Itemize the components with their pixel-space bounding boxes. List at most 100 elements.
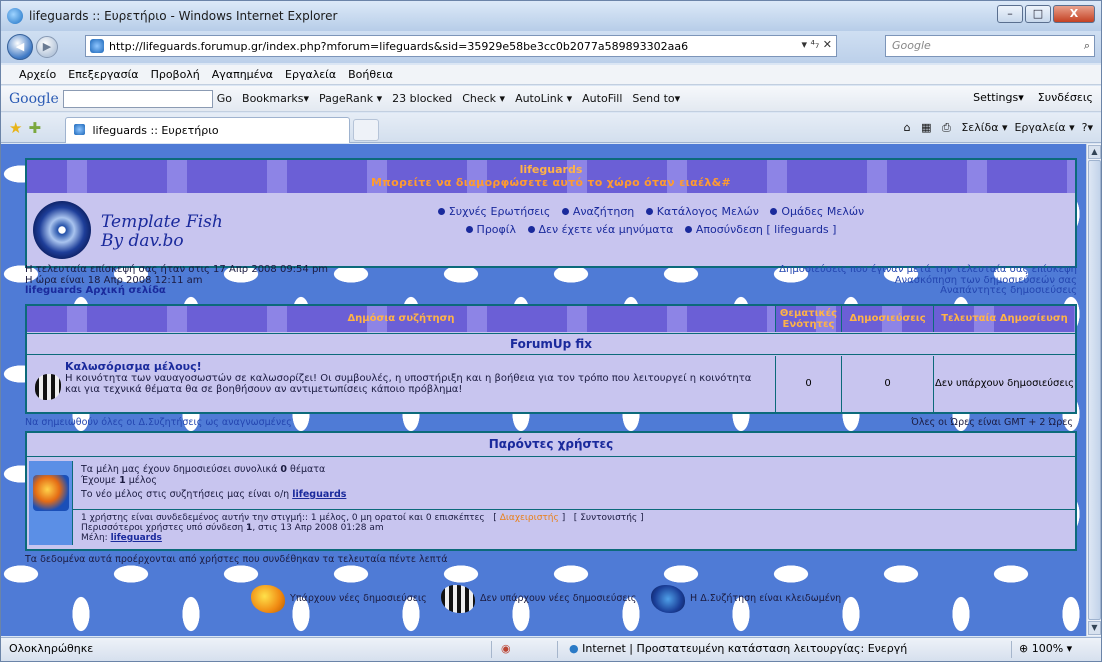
bullet-icon	[465, 226, 473, 233]
menu-edit[interactable]: Επεξεργασία	[68, 68, 138, 81]
zoom-caret-icon: ▾	[1066, 642, 1073, 655]
status-divider	[557, 641, 558, 658]
online-count: 1 χρήστης είναι συνδεδεμένος αυτήν την σ…	[81, 513, 485, 523]
legend-none: Δεν υπάρχουν νέες δημοσιεύσεις	[441, 584, 636, 614]
add-favorite-icon[interactable]: ✚	[28, 119, 41, 137]
header-frame: lifeguards Μπορείτε να διαμορφώσετε αυτό…	[25, 158, 1077, 268]
admin-close: ]	[561, 513, 566, 523]
zone-text: ● Internet | Προστατευμένη κατάσταση λει…	[569, 638, 907, 660]
toolbar-check[interactable]: Check ▾	[462, 92, 505, 105]
bullet-icon	[684, 226, 692, 233]
tools-menu[interactable]: Εργαλεία ▾	[1014, 121, 1074, 134]
online-member-link[interactable]: lifeguards	[111, 533, 162, 543]
banner: lifeguards Μπορείτε να διαμορφώσετε αυτό…	[27, 160, 1075, 193]
online-divider	[73, 509, 1075, 510]
header-topics: Θεματικές Ενότητες	[775, 306, 841, 332]
menu-help[interactable]: Βοήθεια	[348, 68, 393, 81]
print-icon[interactable]: ⎙	[942, 121, 951, 134]
menu-view[interactable]: Προβολή	[151, 68, 200, 81]
close-button[interactable]: X	[1053, 5, 1095, 23]
record-pre: Περισσότεροι χρήστες υπό σύνδεση	[81, 523, 247, 533]
title-bar: lifeguards :: Ευρετήριο - Windows Intern…	[1, 1, 1101, 31]
total-pre: Τα μέλη μας έχουν δημοσιεύσει συνολικά	[81, 464, 281, 475]
forum-title-link[interactable]: Καλωσόρισμα μέλους!	[65, 360, 202, 373]
bullet-icon	[527, 226, 535, 233]
newest-member-link[interactable]: lifeguards	[292, 489, 346, 500]
tab-active[interactable]: lifeguards :: Ευρετήριο	[65, 117, 350, 143]
minimize-button[interactable]: –	[997, 5, 1023, 23]
zoom-control[interactable]: ⊕ 100% ▾	[1019, 638, 1072, 660]
legend-new-label: Υπάρχουν νέες δημοσιεύσεις	[290, 593, 427, 604]
status-divider	[491, 641, 492, 658]
google-search-box[interactable]	[62, 89, 213, 108]
locked-fish-icon	[651, 584, 685, 613]
home-icon[interactable]: ⌂	[904, 121, 911, 134]
logo-line2: By dav.bo	[101, 231, 184, 251]
new-tab-button[interactable]	[353, 119, 379, 141]
link-messages[interactable]: Δεν έχετε νέα μηνύματα	[539, 223, 674, 236]
toolbar-connect[interactable]: Συνδέσεις	[1038, 91, 1093, 104]
status-text: Ολοκληρώθηκε	[9, 642, 94, 655]
bullet-icon	[437, 208, 445, 215]
link-unanswered[interactable]: Αναπάντητες δημοσιεύσεις	[779, 285, 1077, 297]
menu-file[interactable]: Αρχείο	[19, 68, 56, 81]
page-menu[interactable]: Σελίδα ▾	[961, 121, 1007, 134]
mark-read-link[interactable]: Να σημειωθούν όλες οι Δ.Συζητήσεις ως αν…	[25, 417, 292, 428]
maximize-button[interactable]: □	[1025, 5, 1051, 23]
members-num: 1	[119, 475, 126, 486]
tab-title: lifeguards :: Ευρετήριο	[92, 124, 219, 137]
link-memberlist[interactable]: Κατάλογος Μελών	[657, 205, 759, 218]
link-faq[interactable]: Συχνές Ερωτήσεις	[449, 205, 551, 218]
search-input[interactable]: Google ⌕	[885, 35, 1095, 57]
topics-count: 0	[775, 356, 841, 412]
vertical-scrollbar[interactable]: ▲ ▼	[1086, 144, 1101, 636]
scroll-thumb[interactable]	[1088, 160, 1101, 620]
session-info: Η τελευταία επίσκεψή σας ήταν στις 17 Απ…	[25, 264, 1077, 299]
menu-tools[interactable]: Εργαλεία	[285, 68, 336, 81]
link-groups[interactable]: Ομάδες Μελών	[781, 205, 864, 218]
link-new-posts[interactable]: Δημοσιεύσεις που έγιναν μετά την τελευτα…	[779, 264, 1077, 276]
online-text: 1 χρήστης είναι συνδεδεμένος αυτήν την σ…	[81, 513, 644, 543]
template-logo[interactable]: Template Fish By dav.bo	[101, 213, 223, 251]
toolbar-pagerank[interactable]: PageRank ▾	[319, 92, 382, 105]
link-logout[interactable]: Αποσύνδεση [ lifeguards ]	[696, 223, 837, 236]
fish-stats-icon	[33, 475, 69, 511]
forward-button[interactable]: ▶	[36, 36, 58, 58]
favicon-icon	[90, 39, 104, 53]
status-bar: Ολοκληρώθηκε ◉ ● Internet | Προστατευμέν…	[1, 637, 1101, 661]
menu-bar: Αρχείο Επεξεργασία Προβολή Αγαπημένα Εργ…	[1, 65, 1101, 85]
scroll-down-icon[interactable]: ▼	[1088, 621, 1101, 635]
globe-icon: ●	[569, 642, 579, 655]
favorites-star-icon[interactable]: ★	[9, 119, 22, 137]
scroll-up-icon[interactable]: ▲	[1088, 145, 1101, 159]
toolbar-bookmarks[interactable]: Bookmarks▾	[242, 92, 309, 105]
legend-none-label: Δεν υπάρχουν νέες δημοσιεύσεις	[480, 593, 637, 604]
back-button[interactable]: ◀	[7, 34, 33, 60]
category-title[interactable]: ForumUp fix	[27, 333, 1075, 355]
mod-open: [	[573, 513, 578, 523]
legend-locked: Η Δ.Συζήτηση είναι κλειδωμένη	[651, 584, 841, 614]
menu-favorites[interactable]: Αγαπημένα	[212, 68, 273, 81]
tab-row: ★ ✚ lifeguards :: Ευρετήριο ⌂ ▦ ⎙ Σελίδα…	[1, 113, 1101, 143]
mod-legend: Συντονιστής	[580, 513, 638, 523]
link-profile[interactable]: Προφίλ	[477, 223, 516, 236]
search-icon[interactable]: ⌕	[1084, 36, 1090, 56]
toolbar-autofill[interactable]: AutoFill	[582, 92, 622, 105]
address-bar[interactable]: http://lifeguards.forumup.gr/index.php?m…	[85, 35, 837, 57]
address-controls[interactable]: ▾ ⁴₇ ✕	[801, 38, 832, 51]
privacy-icon[interactable]: ◉	[501, 638, 511, 660]
legend-locked-label: Η Δ.Συζήτηση είναι κλειδωμένη	[690, 593, 842, 604]
feeds-icon[interactable]: ▦	[921, 121, 931, 134]
toolbar-autolink[interactable]: AutoLink ▾	[515, 92, 572, 105]
record-post: , στις 13 Απρ 2008 01:28 am	[252, 523, 384, 533]
url-text[interactable]: http://lifeguards.forumup.gr/index.php?m…	[109, 40, 688, 53]
toolbar-sendto[interactable]: Send to▾	[632, 92, 680, 105]
link-search[interactable]: Αναζήτηση	[573, 205, 634, 218]
help-menu[interactable]: ?▾	[1082, 121, 1093, 134]
home-link[interactable]: lifeguards Αρχική σελίδα	[25, 285, 328, 297]
page-content: lifeguards Μπορείτε να διαμορφώσετε αυτό…	[1, 144, 1087, 636]
toolbar-go[interactable]: Go	[217, 92, 232, 105]
toolbar-settings[interactable]: Settings▾	[973, 91, 1024, 104]
toolbar-blocked[interactable]: 23 blocked	[392, 92, 452, 105]
total-post: θέματα	[287, 464, 326, 475]
